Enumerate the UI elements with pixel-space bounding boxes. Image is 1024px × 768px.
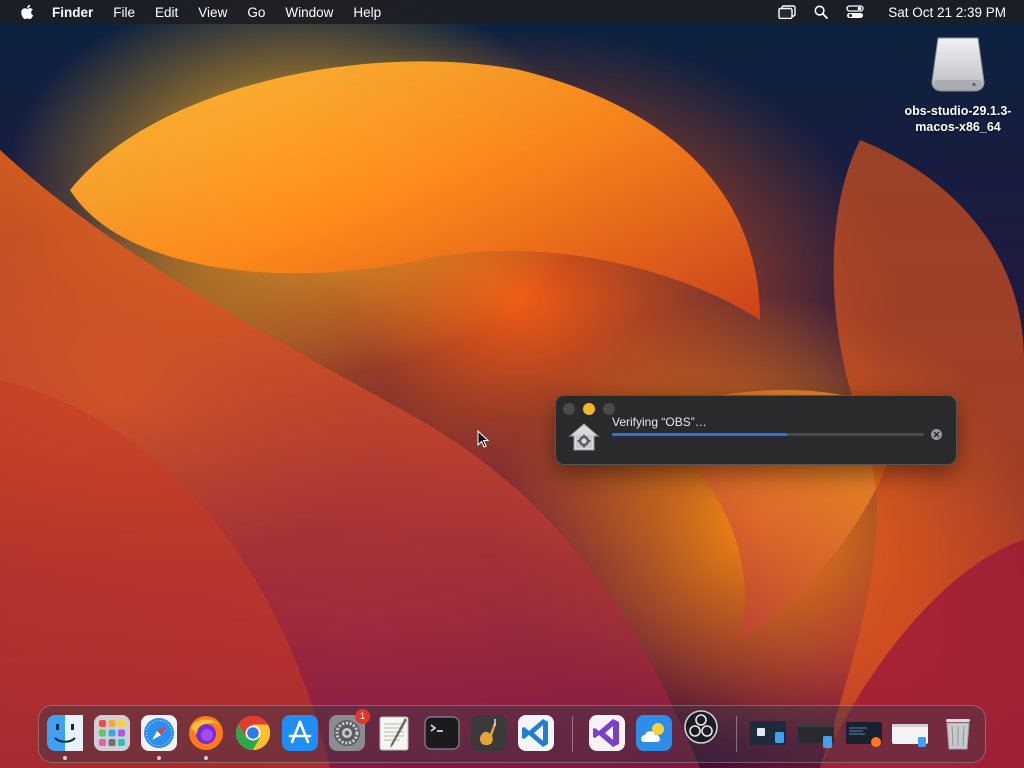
- disk-image-icon: [931, 37, 985, 92]
- dock-running-indicator: [63, 756, 67, 760]
- dock-garageband-icon[interactable]: [470, 714, 508, 752]
- disk-image-label-line2: macos-x86_64: [915, 120, 1001, 134]
- dock-separator: [572, 716, 573, 752]
- verifying-dialog: Verifying “OBS”…: [555, 395, 957, 465]
- dock-weather-icon[interactable]: [635, 714, 673, 752]
- control-center-icon[interactable]: [846, 5, 864, 19]
- menu-clock[interactable]: Sat Oct 21 2:39 PM: [888, 5, 1006, 20]
- dock-chrome-icon[interactable]: [234, 714, 272, 752]
- dock-separator: [736, 716, 737, 752]
- close-button[interactable]: [563, 403, 575, 415]
- close-x-icon: [933, 431, 940, 438]
- dock-firefox-icon[interactable]: [187, 714, 225, 752]
- dock-trash-icon[interactable]: [939, 714, 977, 752]
- dock-window-thumbnail-icon[interactable]: [891, 714, 929, 752]
- dock-vscode-icon[interactable]: [517, 714, 555, 752]
- menu-file[interactable]: File: [113, 5, 135, 20]
- menu-help[interactable]: Help: [353, 5, 381, 20]
- verify-progress-bar: [612, 433, 924, 436]
- desktop-wallpaper: [0, 0, 1024, 768]
- dock-textedit-icon[interactable]: [375, 714, 413, 752]
- dock: 1: [38, 705, 986, 763]
- mouse-pointer-icon: [477, 430, 489, 448]
- dock-visual-studio-icon[interactable]: [588, 714, 626, 752]
- minimize-button[interactable]: [583, 403, 595, 415]
- verify-progress-fill: [612, 433, 787, 436]
- dock-obs-icon[interactable]: [682, 708, 720, 746]
- dock-finder-icon[interactable]: [46, 714, 84, 752]
- menu-view[interactable]: View: [198, 5, 227, 20]
- disk-image-label-line1: obs-studio-29.1.3-: [904, 104, 1012, 118]
- stage-manager-icon[interactable]: [778, 5, 796, 19]
- dock-window-thumbnail-icon[interactable]: [845, 714, 883, 752]
- menu-window[interactable]: Window: [285, 5, 333, 20]
- gatekeeper-house-icon: [568, 423, 600, 451]
- dock-launchpad-icon[interactable]: [93, 714, 131, 752]
- menu-edit[interactable]: Edit: [155, 5, 178, 20]
- menu-app-name[interactable]: Finder: [52, 5, 93, 20]
- dock-app-store-icon[interactable]: [281, 714, 319, 752]
- dock-running-indicator: [157, 756, 161, 760]
- dock-safari-icon[interactable]: [140, 714, 178, 752]
- apple-icon[interactable]: [20, 4, 34, 20]
- dock-window-thumbnail-icon[interactable]: [749, 714, 787, 752]
- menu-go[interactable]: Go: [247, 5, 265, 20]
- zoom-button[interactable]: [603, 403, 615, 415]
- verifying-title: Verifying “OBS”…: [612, 415, 707, 429]
- search-icon[interactable]: [814, 5, 829, 19]
- status-area: Sat Oct 21 2:39 PM: [760, 0, 1006, 24]
- dock-terminal-icon[interactable]: [423, 714, 461, 752]
- settings-notification-badge: 1: [355, 709, 370, 724]
- menu-bar: Finder File Edit View Go Window Help Sat…: [0, 0, 1024, 24]
- dock-window-thumbnail-icon[interactable]: [797, 714, 835, 752]
- dock-running-indicator: [204, 756, 208, 760]
- desktop-disk-image[interactable]: obs-studio-29.1.3- macos-x86_64: [895, 34, 1021, 135]
- cancel-verify-button[interactable]: [931, 429, 942, 440]
